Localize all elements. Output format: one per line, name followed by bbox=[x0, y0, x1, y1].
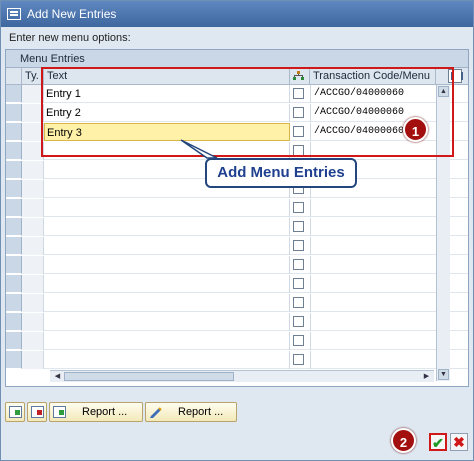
row-type-cell[interactable] bbox=[22, 351, 44, 369]
row-selector[interactable] bbox=[6, 85, 22, 103]
row-checkbox[interactable] bbox=[293, 240, 304, 251]
row-text-input[interactable] bbox=[44, 332, 290, 350]
report-button-1[interactable]: Report ... bbox=[49, 402, 143, 422]
select-all-header[interactable] bbox=[6, 68, 22, 85]
scroll-left-icon[interactable]: ◀ bbox=[52, 371, 63, 382]
row-transaction-code-input[interactable] bbox=[310, 332, 434, 350]
check-icon: ✔ bbox=[432, 435, 444, 451]
row-text-input[interactable] bbox=[44, 218, 290, 236]
add-new-entries-dialog: Add New Entries Enter new menu options: … bbox=[0, 0, 474, 461]
row-checkbox[interactable] bbox=[293, 354, 304, 365]
row-selector[interactable] bbox=[6, 199, 22, 217]
callout-pointer bbox=[180, 139, 218, 159]
report-icon bbox=[53, 406, 66, 418]
table-row bbox=[6, 275, 468, 293]
row-selector[interactable] bbox=[6, 275, 22, 293]
row-selector[interactable] bbox=[6, 218, 22, 236]
row-type-cell[interactable] bbox=[22, 294, 44, 312]
cancel-button[interactable]: ✖ bbox=[450, 433, 468, 451]
table-row bbox=[6, 313, 468, 331]
cancel-x-icon: ✖ bbox=[453, 434, 465, 450]
row-type-cell[interactable] bbox=[22, 161, 44, 179]
row-checkbox[interactable] bbox=[293, 297, 304, 308]
delete-row-button[interactable] bbox=[27, 402, 47, 422]
row-type-cell[interactable] bbox=[22, 218, 44, 236]
row-selector[interactable] bbox=[6, 142, 22, 160]
row-text-input[interactable] bbox=[44, 256, 290, 274]
row-selector[interactable] bbox=[6, 161, 22, 179]
row-transaction-code-input[interactable] bbox=[310, 275, 434, 293]
insert-row-button[interactable] bbox=[5, 402, 25, 422]
row-checkbox[interactable] bbox=[293, 259, 304, 270]
row-transaction-code-input[interactable] bbox=[310, 313, 434, 331]
row-checkbox[interactable] bbox=[293, 335, 304, 346]
row-transaction-code-input[interactable] bbox=[310, 256, 434, 274]
report-label-2: Report ... bbox=[178, 406, 224, 418]
report-label-1: Report ... bbox=[82, 406, 128, 418]
table-row bbox=[6, 351, 468, 369]
row-type-cell[interactable] bbox=[22, 256, 44, 274]
row-selector[interactable] bbox=[6, 313, 22, 331]
scroll-thumb[interactable] bbox=[64, 372, 234, 381]
scroll-right-icon[interactable]: ▶ bbox=[421, 371, 432, 382]
row-transaction-code-input[interactable] bbox=[310, 351, 434, 369]
row-checkbox[interactable] bbox=[293, 221, 304, 232]
row-type-cell[interactable] bbox=[22, 275, 44, 293]
title-bar: Add New Entries bbox=[1, 1, 473, 27]
prompt-label: Enter new menu options: bbox=[9, 32, 131, 44]
row-transaction-code-input[interactable] bbox=[310, 237, 434, 255]
row-selector[interactable] bbox=[6, 332, 22, 350]
row-transaction-code-input[interactable] bbox=[310, 294, 434, 312]
row-selector[interactable] bbox=[6, 104, 22, 122]
row-text-input[interactable] bbox=[44, 313, 290, 331]
table-row bbox=[6, 218, 468, 236]
confirm-button[interactable]: ✔ bbox=[429, 433, 447, 451]
pencil-icon bbox=[149, 406, 163, 418]
table-row bbox=[6, 256, 468, 274]
highlight-box bbox=[41, 67, 454, 157]
step-badge-2: 2 bbox=[391, 428, 416, 453]
row-transaction-code-input[interactable] bbox=[310, 199, 434, 217]
row-checkbox[interactable] bbox=[293, 316, 304, 327]
table-row bbox=[6, 294, 468, 312]
row-transaction-code-input[interactable] bbox=[310, 218, 434, 236]
row-type-cell[interactable] bbox=[22, 313, 44, 331]
row-selector[interactable] bbox=[6, 294, 22, 312]
table-row bbox=[6, 199, 468, 217]
panel-title: Menu Entries bbox=[6, 50, 468, 68]
row-text-input[interactable] bbox=[44, 351, 290, 369]
row-text-input[interactable] bbox=[44, 199, 290, 217]
window-title: Add New Entries bbox=[27, 7, 117, 21]
callout-add-menu-entries: Add Menu Entries bbox=[205, 158, 357, 188]
row-type-cell[interactable] bbox=[22, 199, 44, 217]
row-text-input[interactable] bbox=[44, 275, 290, 293]
window-icon bbox=[7, 8, 21, 20]
row-selector[interactable] bbox=[6, 351, 22, 369]
step-badge-1: 1 bbox=[403, 117, 428, 142]
table-row bbox=[6, 237, 468, 255]
row-type-cell[interactable] bbox=[22, 332, 44, 350]
table-row bbox=[6, 332, 468, 350]
row-selector[interactable] bbox=[6, 237, 22, 255]
row-selector[interactable] bbox=[6, 180, 22, 198]
row-selector[interactable] bbox=[6, 123, 22, 141]
delete-row-icon bbox=[31, 406, 44, 418]
report-button-2[interactable]: Report ... bbox=[145, 402, 237, 422]
scroll-down-icon[interactable]: ▼ bbox=[438, 369, 449, 380]
row-checkbox[interactable] bbox=[293, 278, 304, 289]
row-selector[interactable] bbox=[6, 256, 22, 274]
row-checkbox[interactable] bbox=[293, 202, 304, 213]
row-type-cell[interactable] bbox=[22, 180, 44, 198]
insert-row-icon bbox=[9, 406, 22, 418]
row-text-input[interactable] bbox=[44, 237, 290, 255]
row-type-cell[interactable] bbox=[22, 237, 44, 255]
row-text-input[interactable] bbox=[44, 294, 290, 312]
horizontal-scrollbar[interactable]: ◀ ▶ bbox=[50, 370, 434, 382]
